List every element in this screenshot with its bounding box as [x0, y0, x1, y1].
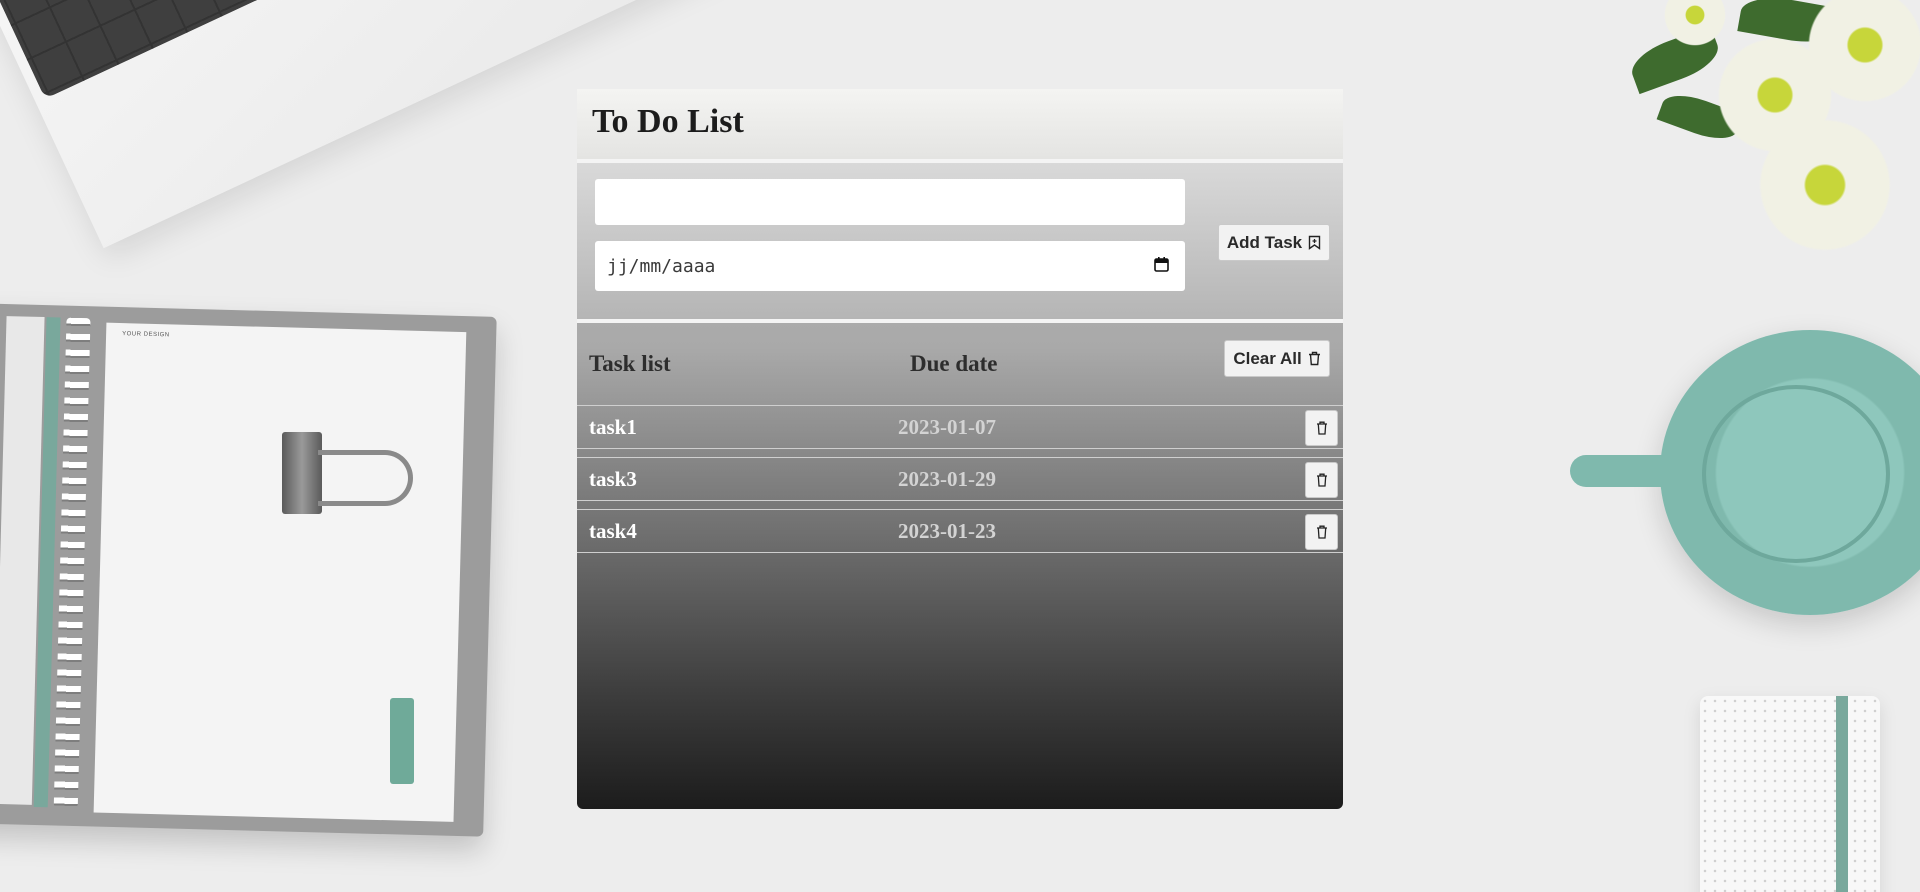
- trash-icon: [1316, 473, 1327, 487]
- teapot-lid: [1702, 385, 1890, 563]
- eraser-image: [390, 698, 414, 784]
- due-date-input[interactable]: jj/mm/aaaa: [595, 241, 1185, 291]
- app-header: To Do List: [577, 89, 1343, 159]
- trash-icon: [1316, 525, 1327, 539]
- notebook-spiral: [53, 317, 91, 809]
- teapot-spout: [1570, 455, 1690, 487]
- clear-all-button[interactable]: Clear All: [1224, 340, 1330, 377]
- add-task-button[interactable]: Add Task: [1218, 224, 1330, 261]
- laptop-keyboard: [0, 0, 390, 99]
- notebook-caption: YOUR DESIGN: [122, 331, 170, 339]
- delete-task-button[interactable]: [1305, 410, 1338, 446]
- flowers-image: [1600, 0, 1920, 260]
- delete-task-button[interactable]: [1305, 514, 1338, 550]
- task-row: task4 2023-01-23: [577, 509, 1343, 553]
- task-due-date: 2023-01-29: [898, 467, 996, 491]
- add-task-label: Add Task: [1226, 232, 1303, 252]
- binder-clip-image: [282, 432, 322, 514]
- task-name: task4: [589, 519, 637, 543]
- notepad-band: [1836, 696, 1848, 892]
- task-name: task1: [589, 415, 637, 439]
- delete-task-button[interactable]: [1305, 462, 1338, 498]
- task-due-date: 2023-01-23: [898, 519, 996, 543]
- bookmark-plus-icon: [1308, 235, 1321, 250]
- due-date-column-header: Due date: [910, 351, 998, 376]
- trash-icon: [1308, 351, 1320, 366]
- binder-clip-wire: [318, 450, 413, 506]
- due-date-value: jj/mm/aaaa: [607, 255, 716, 277]
- notepad-image: [1700, 696, 1880, 892]
- clear-all-label: Clear All: [1233, 348, 1302, 368]
- task-name-input[interactable]: [595, 179, 1185, 225]
- task-row: task3 2023-01-29: [577, 457, 1343, 501]
- trash-icon: [1316, 421, 1327, 435]
- page-title: To Do List: [592, 103, 744, 140]
- task-name: task3: [589, 467, 637, 491]
- calendar-icon[interactable]: [1154, 256, 1169, 272]
- todo-app: To Do List jj/mm/aaaa Add Task Task list…: [577, 89, 1343, 809]
- task-list-column-header: Task list: [589, 351, 671, 376]
- task-row: task1 2023-01-07: [577, 405, 1343, 449]
- task-list: task1 2023-01-07 task3 2023-01-29 task4 …: [577, 405, 1343, 561]
- task-due-date: 2023-01-07: [898, 415, 996, 439]
- spiral-notebook-image: YOUR DESIGN: [0, 303, 497, 837]
